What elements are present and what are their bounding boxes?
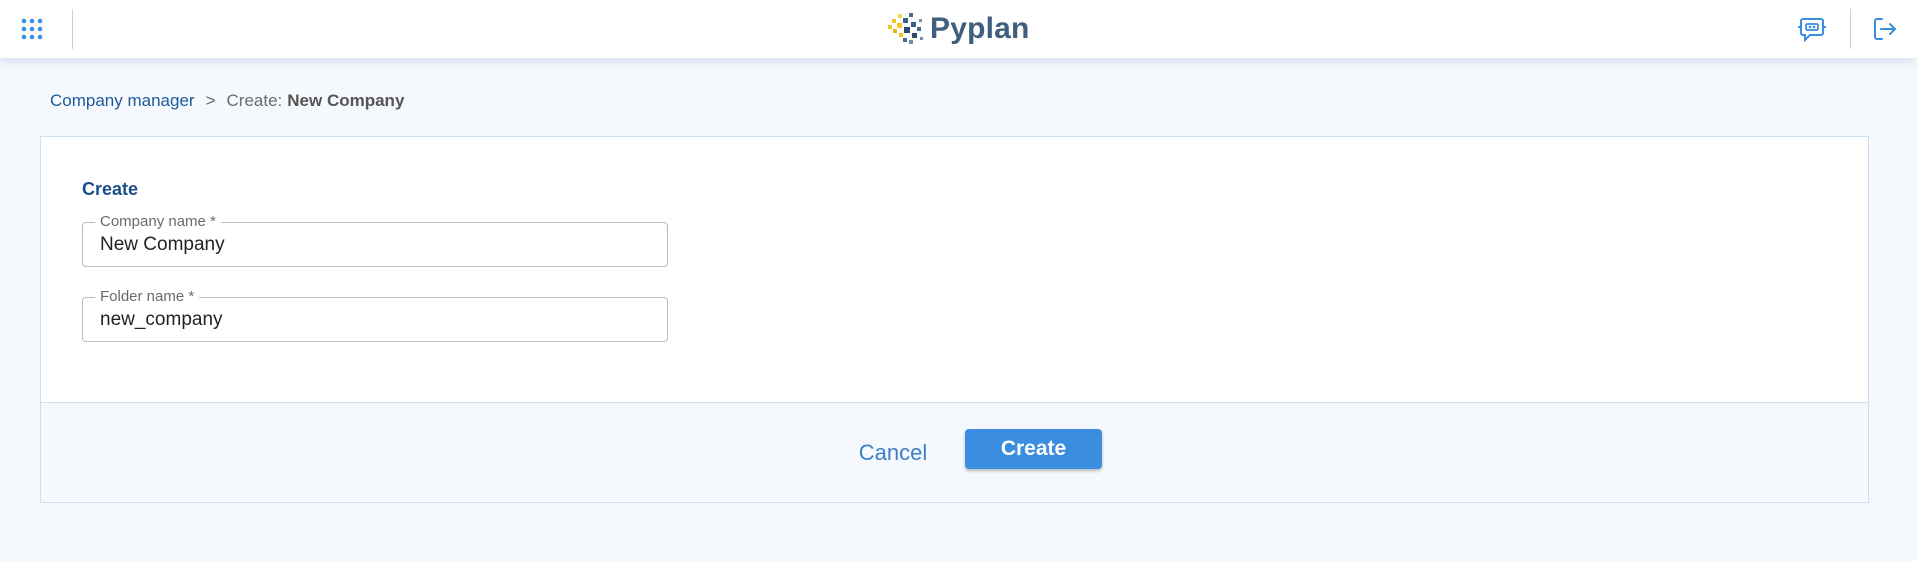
create-button[interactable]: Create	[965, 429, 1102, 469]
header-divider-left	[72, 9, 73, 49]
form-footer: Cancel Create	[41, 403, 1868, 502]
folder-name-field[interactable]: Folder name *	[82, 288, 668, 342]
header-divider-right	[1850, 9, 1851, 49]
breadcrumb-current: New Company	[287, 91, 405, 110]
apps-menu-button[interactable]	[16, 13, 48, 45]
company-name-input[interactable]	[100, 234, 650, 256]
breadcrumb-separator: >	[205, 91, 216, 110]
form-title: Create	[82, 179, 139, 199]
top-bar: Pyplan	[0, 0, 1917, 58]
logout-button[interactable]	[1869, 13, 1901, 45]
company-name-field[interactable]: Company name *	[82, 213, 668, 267]
folder-name-input[interactable]	[100, 309, 650, 331]
chat-bot-button[interactable]	[1796, 13, 1828, 45]
folder-name-label: Folder name *	[95, 288, 200, 306]
logo-text: Pyplan	[930, 12, 1030, 45]
logout-icon	[1874, 18, 1896, 40]
grid-apps-icon	[21, 18, 43, 40]
breadcrumb-current-prefix: Create:	[226, 91, 283, 110]
breadcrumb: Company manager > Create: New Company	[50, 91, 404, 111]
pyplan-logo-icon	[888, 13, 923, 44]
company-name-label: Company name *	[95, 213, 221, 231]
cancel-button[interactable]: Cancel	[821, 437, 965, 469]
breadcrumb-company-manager-link[interactable]: Company manager	[50, 91, 195, 111]
create-company-card: Create Company name * Folder name * Canc…	[40, 136, 1869, 503]
chat-bot-icon	[1798, 18, 1826, 43]
form-body: Create Company name * Folder name *	[41, 137, 1868, 403]
app-logo: Pyplan	[886, 10, 1030, 48]
